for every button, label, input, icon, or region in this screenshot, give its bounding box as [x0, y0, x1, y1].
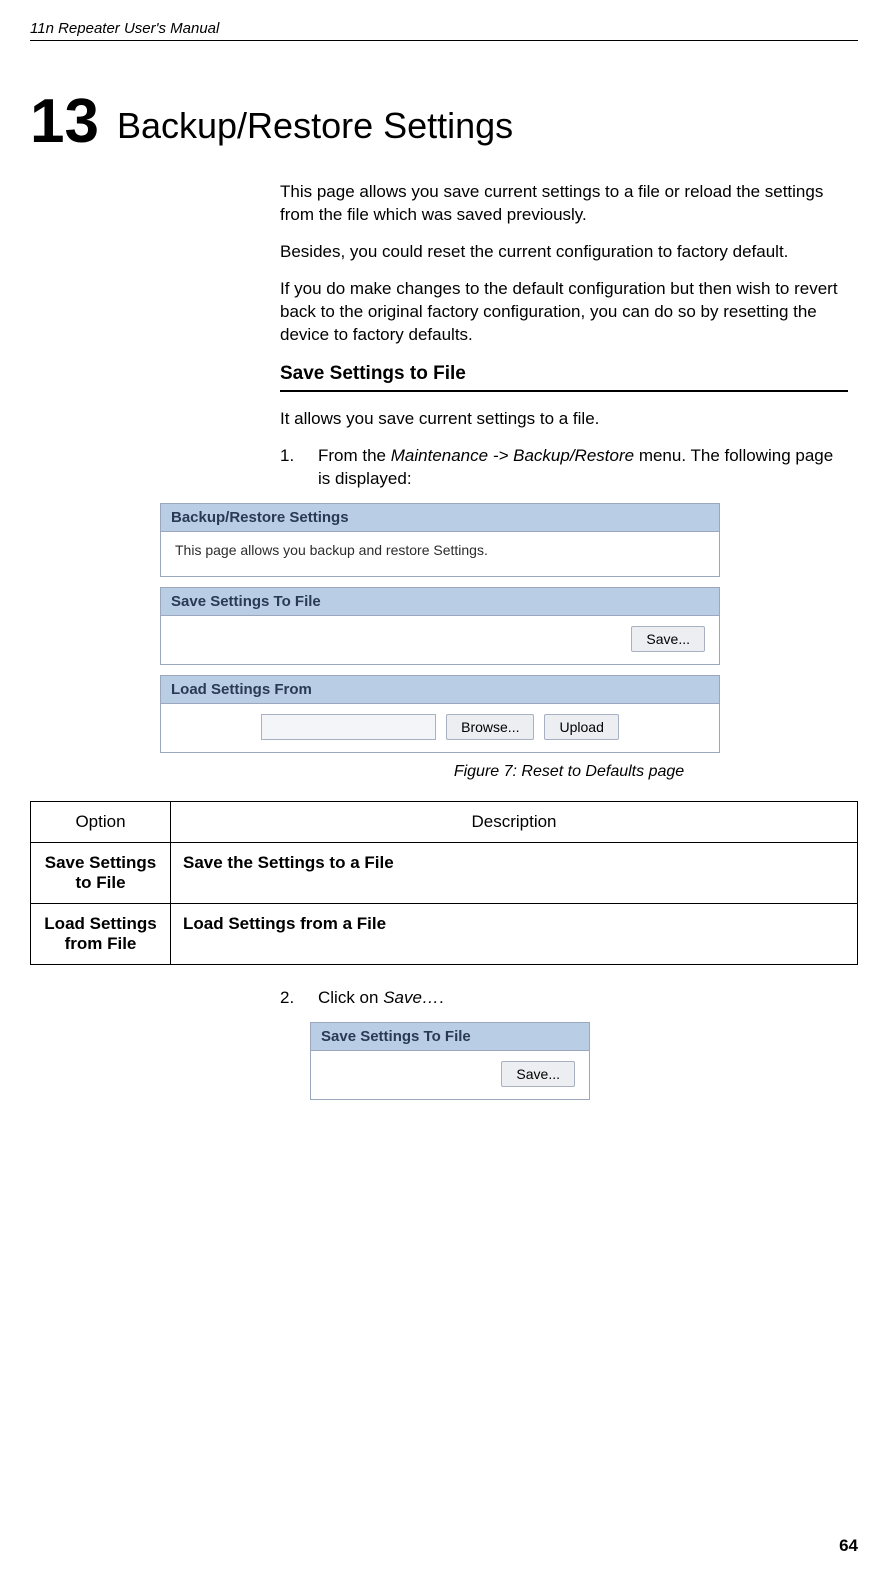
- panel-header-save-small: Save Settings To File: [311, 1023, 589, 1051]
- options-table: Option Description Save Settings to File…: [30, 801, 858, 965]
- step-2-text: Click on Save….: [318, 987, 444, 1010]
- desc-save-settings: Save the Settings to a File: [171, 843, 858, 904]
- opt-load-settings: Load Settings from File: [31, 904, 171, 965]
- page-header: 11n Repeater User's Manual: [30, 20, 858, 41]
- page-number: 64: [839, 1536, 858, 1556]
- th-option: Option: [31, 802, 171, 843]
- intro-paragraph-2: Besides, you could reset the current con…: [280, 241, 848, 264]
- save-button-small[interactable]: Save...: [501, 1061, 575, 1087]
- step-number-1: 1.: [280, 445, 298, 491]
- opt-save-settings: Save Settings to File: [31, 843, 171, 904]
- screenshot-backup-restore: Backup/Restore Settings This page allows…: [160, 503, 720, 753]
- step-number-2: 2.: [280, 987, 298, 1010]
- step-2: 2. Click on Save….: [280, 987, 848, 1010]
- chapter-title: Backup/Restore Settings: [117, 105, 513, 153]
- browse-button[interactable]: Browse...: [446, 714, 534, 740]
- panel-save-settings: Save Settings To File Save...: [160, 587, 720, 665]
- panel-backup-restore: Backup/Restore Settings This page allows…: [160, 503, 720, 577]
- manual-title: 11n Repeater User's Manual: [30, 20, 219, 37]
- intro-paragraph-3: If you do make changes to the default co…: [280, 278, 848, 347]
- section-paragraph-1: It allows you save current settings to a…: [280, 408, 848, 431]
- table-row: Save Settings to File Save the Settings …: [31, 843, 858, 904]
- panel-load-settings: Load Settings From Browse... Upload: [160, 675, 720, 753]
- panel-header-save: Save Settings To File: [161, 588, 719, 616]
- screenshot-save-small: Save Settings To File Save...: [310, 1022, 590, 1100]
- save-button[interactable]: Save...: [631, 626, 705, 652]
- table-row: Load Settings from File Load Settings fr…: [31, 904, 858, 965]
- chapter-heading: 13 Backup/Restore Settings: [30, 91, 858, 153]
- upload-button[interactable]: Upload: [544, 714, 618, 740]
- figure-caption: Figure 7: Reset to Defaults page: [280, 763, 858, 781]
- panel-header-load: Load Settings From: [161, 676, 719, 704]
- section-heading-save: Save Settings to File: [280, 361, 848, 393]
- file-path-input[interactable]: [261, 714, 436, 740]
- chapter-number: 13: [30, 91, 99, 153]
- panel-header-backup-restore: Backup/Restore Settings: [161, 504, 719, 532]
- step-1-text: From the Maintenance -> Backup/Restore m…: [318, 445, 848, 491]
- panel-desc-backup-restore: This page allows you backup and restore …: [161, 532, 719, 576]
- intro-paragraph-1: This page allows you save current settin…: [280, 181, 848, 227]
- th-description: Description: [171, 802, 858, 843]
- step-1: 1. From the Maintenance -> Backup/Restor…: [280, 445, 848, 491]
- desc-load-settings: Load Settings from a File: [171, 904, 858, 965]
